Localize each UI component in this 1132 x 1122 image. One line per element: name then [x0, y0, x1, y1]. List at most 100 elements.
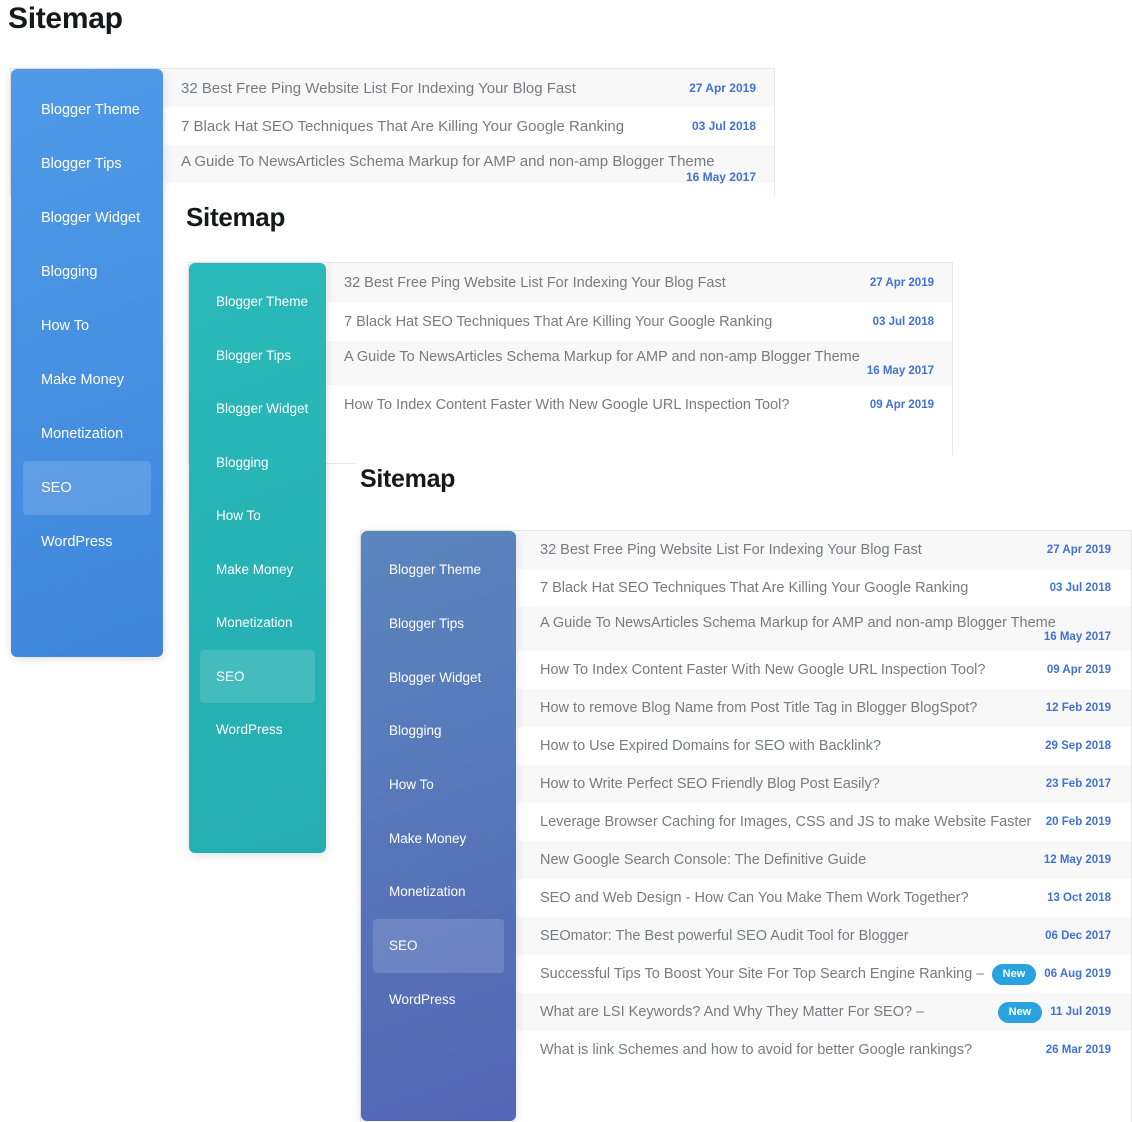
post-row[interactable]: A Guide To NewsArticles Schema Markup fo… [163, 145, 774, 184]
sidebar-item-seo[interactable]: SEO [200, 649, 315, 703]
post-row[interactable]: Successful Tips To Boost Your Site For T… [516, 955, 1131, 993]
sidebar-item-blogger-widget[interactable]: Blogger Widget [23, 191, 151, 245]
sidebar-item-blogger-widget[interactable]: Blogger Widget [200, 382, 315, 436]
post-row[interactable]: How To Index Content Faster With New Goo… [326, 385, 952, 424]
post-meta-wrapper: 16 May 2017 [344, 365, 934, 377]
sidebar-item-make-money[interactable]: Make Money [200, 543, 315, 597]
post-row[interactable]: A Guide To NewsArticles Schema Markup fo… [326, 341, 952, 385]
sidebar-item-seo[interactable]: SEO [23, 461, 151, 515]
sidebar-item-how-to[interactable]: How To [373, 758, 504, 812]
sidebar-item-label: Make Money [216, 561, 294, 577]
post-row[interactable]: SEO and Web Design - How Can You Make Th… [516, 879, 1131, 917]
post-title-link[interactable]: New Google Search Console: The Definitiv… [540, 852, 866, 868]
post-row[interactable]: How to Use Expired Domains for SEO with … [516, 727, 1131, 765]
sidebar-item-blogger-theme[interactable]: Blogger Theme [373, 543, 504, 597]
post-meta: 23 Feb 2017 [1046, 778, 1111, 790]
sidebar-item-blogger-tips[interactable]: Blogger Tips [373, 597, 504, 651]
sidebar-item-how-to[interactable]: How To [23, 299, 151, 353]
sidebar-item-blogging[interactable]: Blogging [373, 704, 504, 758]
post-title-link[interactable]: How to Use Expired Domains for SEO with … [540, 738, 881, 754]
sidebar-item-how-to[interactable]: How To [200, 489, 315, 543]
post-date: 23 Feb 2017 [1045, 778, 1111, 790]
post-title-link[interactable]: How to Write Perfect SEO Friendly Blog P… [540, 776, 880, 792]
post-row[interactable]: Leverage Browser Caching for Images, CSS… [516, 803, 1131, 841]
post-date: 16 May 2017 [685, 170, 756, 184]
post-date: 16 May 2017 [1043, 631, 1111, 643]
post-date: 09 Apr 2019 [869, 398, 934, 411]
post-title-link[interactable]: A Guide To NewsArticles Schema Markup fo… [344, 349, 860, 365]
post-date: 27 Apr 2019 [689, 81, 756, 95]
post-title-link[interactable]: What are LSI Keywords? And Why They Matt… [540, 1004, 924, 1020]
post-row[interactable]: How to remove Blog Name from Post Title … [516, 689, 1131, 727]
sidebar-item-blogger-theme[interactable]: Blogger Theme [200, 275, 315, 329]
post-meta: 12 May 2019 [1044, 854, 1111, 866]
sidebar-item-label: WordPress [216, 722, 283, 738]
post-row[interactable]: SEOmator: The Best powerful SEO Audit To… [516, 917, 1131, 955]
sidebar-item-label: How To [41, 318, 90, 334]
post-date: 20 Feb 2019 [1045, 816, 1111, 828]
post-title-link[interactable]: 32 Best Free Ping Website List For Index… [181, 80, 576, 97]
sidebar-item-seo[interactable]: SEO [373, 918, 504, 973]
post-title-link[interactable]: How To Index Content Faster With New Goo… [344, 397, 789, 413]
sidebar-item-monetization[interactable]: Monetization [23, 407, 151, 461]
sidebar-item-make-money[interactable]: Make Money [373, 811, 504, 865]
post-title-link[interactable]: 32 Best Free Ping Website List For Index… [540, 542, 922, 558]
post-row[interactable]: 32 Best Free Ping Website List For Index… [163, 69, 774, 107]
post-title-link[interactable]: What is link Schemes and how to avoid fo… [540, 1042, 972, 1058]
post-title-link[interactable]: SEOmator: The Best powerful SEO Audit To… [540, 928, 909, 944]
post-title-link[interactable]: SEO and Web Design - How Can You Make Th… [540, 890, 969, 906]
sidebar-item-label: SEO [216, 668, 245, 684]
post-title-link[interactable]: A Guide To NewsArticles Schema Markup fo… [181, 153, 715, 170]
sidebar-item-make-money[interactable]: Make Money [23, 353, 151, 407]
post-row[interactable]: New Google Search Console: The Definitiv… [516, 841, 1131, 879]
status-badge: New [991, 963, 1037, 985]
sidebar-item-monetization[interactable]: Monetization [200, 596, 315, 650]
post-title-link[interactable]: 7 Black Hat SEO Techniques That Are Kill… [540, 580, 968, 596]
post-row[interactable]: A Guide To NewsArticles Schema Markup fo… [516, 607, 1131, 651]
post-title-link[interactable]: Successful Tips To Boost Your Site For T… [540, 966, 984, 982]
sidebar-item-blogger-theme[interactable]: Blogger Theme [23, 83, 151, 137]
post-title-link[interactable]: 7 Black Hat SEO Techniques That Are Kill… [181, 118, 624, 135]
status-badge: New [997, 1001, 1043, 1023]
sidebar-item-label: SEO [389, 938, 418, 954]
post-date: 03 Jul 2018 [1049, 582, 1111, 594]
sidebar-item-monetization[interactable]: Monetization [373, 865, 504, 919]
sidebar-item-label: Blogger Widget [216, 401, 309, 417]
post-row[interactable]: 7 Black Hat SEO Techniques That Are Kill… [163, 107, 774, 145]
post-title-link[interactable]: 7 Black Hat SEO Techniques That Are Kill… [344, 314, 772, 330]
sidebar-item-blogging[interactable]: Blogging [23, 245, 151, 299]
category-sidebar: Blogger Theme Blogger Tips Blogger Widget B… [11, 69, 163, 657]
sidebar-item-blogging[interactable]: Blogging [200, 436, 315, 490]
sidebar-item-label: Monetization [41, 426, 124, 442]
sidebar-item-wordpress[interactable]: WordPress [200, 703, 315, 757]
post-row[interactable]: 32 Best Free Ping Website List For Index… [326, 263, 952, 302]
post-date: 06 Dec 2017 [1045, 930, 1111, 942]
post-meta: 16 May 2017 [686, 170, 756, 184]
post-row[interactable]: 7 Black Hat SEO Techniques That Are Kill… [516, 569, 1131, 607]
post-date: 06 Aug 2019 [1044, 968, 1111, 980]
post-row[interactable]: What are LSI Keywords? And Why They Matt… [516, 993, 1131, 1031]
post-row[interactable]: 32 Best Free Ping Website List For Index… [516, 531, 1131, 569]
sidebar-item-blogger-widget[interactable]: Blogger Widget [373, 650, 504, 704]
sidebar-item-wordpress[interactable]: WordPress [373, 973, 504, 1027]
post-title-link[interactable]: Leverage Browser Caching for Images, CSS… [540, 814, 1031, 830]
sidebar-item-label: WordPress [389, 991, 456, 1007]
post-date: 27 Apr 2019 [869, 276, 934, 289]
sitemap-panel-body: Blogger Theme Blogger Tips Blogger Widget B… [360, 530, 1132, 1122]
post-meta: 29 Sep 2018 [1045, 740, 1111, 752]
post-row[interactable]: How to Write Perfect SEO Friendly Blog P… [516, 765, 1131, 803]
post-meta: 16 May 2017 [867, 365, 934, 377]
post-date: 13 Oct 2018 [1047, 892, 1111, 904]
sidebar-item-blogger-tips[interactable]: Blogger Tips [23, 137, 151, 191]
post-title-link[interactable]: A Guide To NewsArticles Schema Markup fo… [540, 615, 1056, 631]
post-title-link[interactable]: How to remove Blog Name from Post Title … [540, 700, 977, 716]
post-title-link[interactable]: 32 Best Free Ping Website List For Index… [344, 275, 726, 291]
sidebar-item-label: Blogger Tips [389, 616, 465, 632]
post-row[interactable]: 7 Black Hat SEO Techniques That Are Kill… [326, 302, 952, 341]
sidebar-item-wordpress[interactable]: WordPress [23, 515, 151, 569]
post-row[interactable]: What is link Schemes and how to avoid fo… [516, 1031, 1131, 1069]
page-title: Sitemap [360, 465, 456, 493]
post-title-link[interactable]: How To Index Content Faster With New Goo… [540, 662, 985, 678]
post-row[interactable]: How To Index Content Faster With New Goo… [516, 651, 1131, 689]
sidebar-item-blogger-tips[interactable]: Blogger Tips [200, 329, 315, 383]
